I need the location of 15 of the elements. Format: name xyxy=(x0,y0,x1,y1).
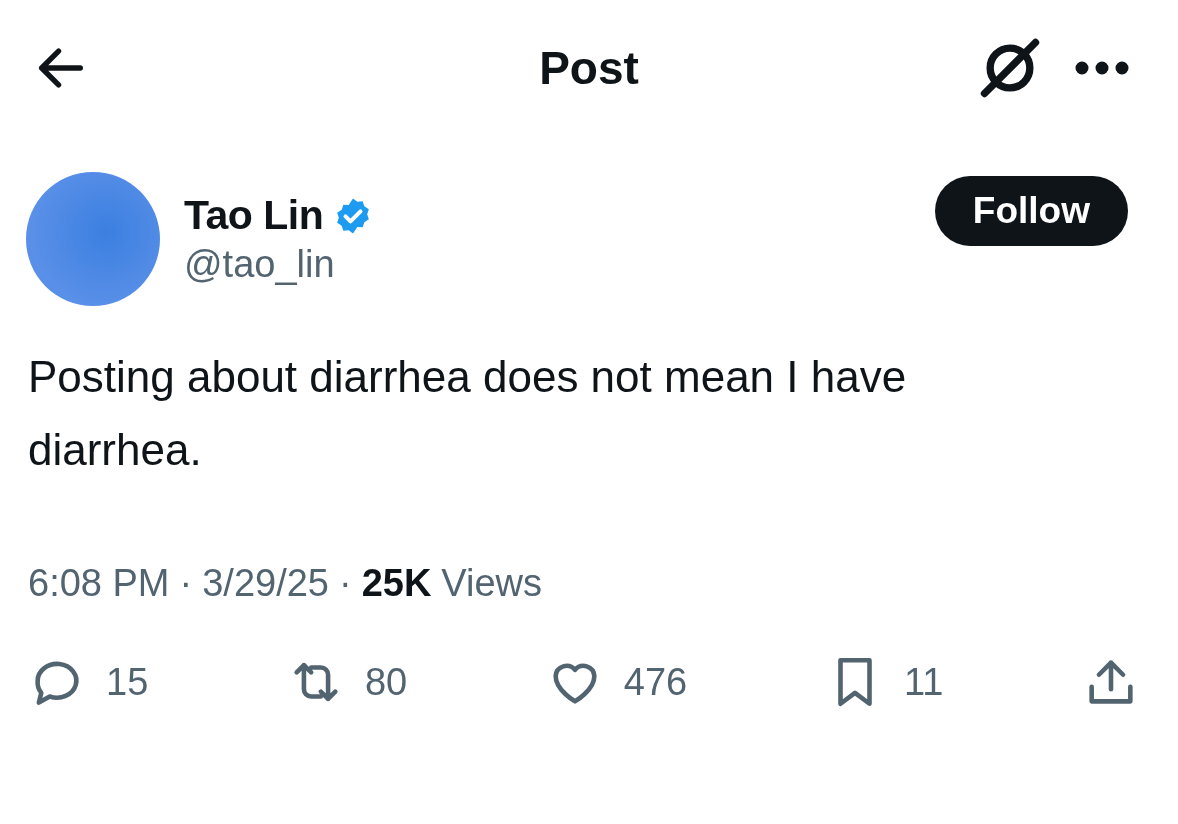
post-meta-text: 3/29/25 xyxy=(202,562,329,605)
action-count: 80 xyxy=(364,660,408,704)
author-name[interactable]: Tao Lin xyxy=(184,192,324,239)
page-title: Post xyxy=(539,41,639,95)
action-count: 11 xyxy=(903,660,944,704)
separator-dot: · xyxy=(179,562,193,605)
separator-dot: · xyxy=(339,562,352,605)
action-count: 476 xyxy=(623,660,688,704)
follow-button[interactable]: Follow xyxy=(934,176,1128,246)
action-count: 15 xyxy=(106,660,149,704)
post-meta-text: 6:08 PM xyxy=(28,562,170,605)
view-count: 25K xyxy=(361,562,432,605)
author-handle[interactable]: @tao_lin xyxy=(184,243,935,286)
post-text: Posting about diarrhea does not mean I have diarrhea. xyxy=(27,351,908,476)
post-meta-text: Views xyxy=(441,562,543,605)
